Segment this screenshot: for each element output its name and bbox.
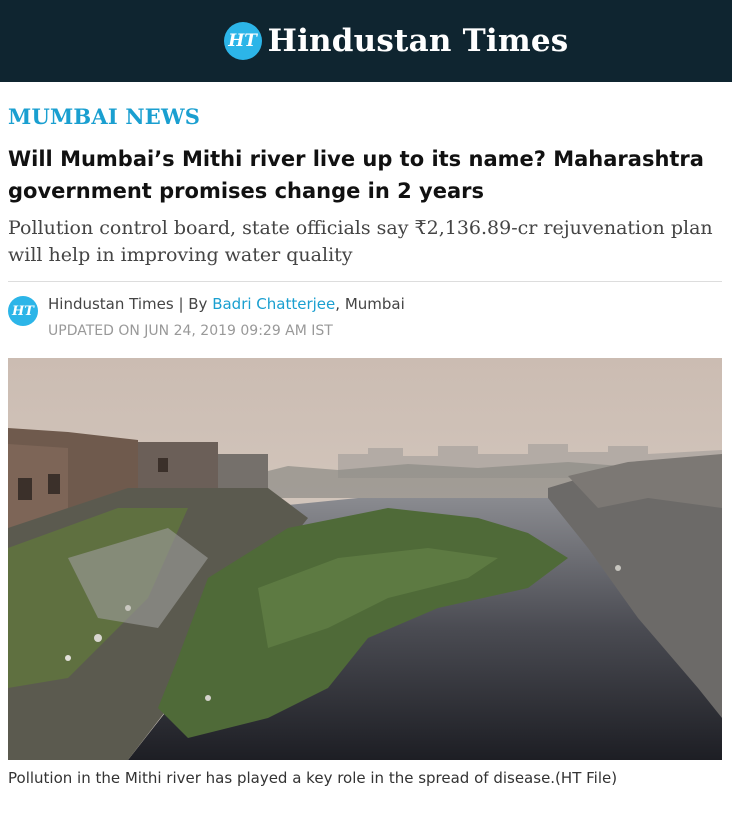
headline: Will Mumbai’s Mithi river live up to its… <box>8 147 704 203</box>
ht-avatar-icon: HT <box>8 296 38 326</box>
article: MUMBAI NEWS Will Mumbai’s Mithi river li… <box>0 82 732 788</box>
location-separator: , <box>335 295 345 313</box>
summary: Pollution control board, state officials… <box>8 217 713 266</box>
publisher-name: Hindustan Times <box>48 295 174 313</box>
byline-separator: | By <box>173 295 213 313</box>
location: Mumbai <box>344 295 405 313</box>
byline-text: Hindustan Times | By Badri Chatterjee, M… <box>48 294 405 340</box>
ht-logo-icon: HT <box>223 22 262 60</box>
brand-logo[interactable]: HT Hindustan Times <box>223 22 569 60</box>
article-photo <box>8 358 722 760</box>
divider <box>8 281 722 282</box>
updated-timestamp: UPDATED ON JUN 24, 2019 09:29 AM IST <box>48 323 333 339</box>
byline: HT Hindustan Times | By Badri Chatterjee… <box>8 294 722 340</box>
author-link[interactable]: Badri Chatterjee <box>212 295 335 313</box>
photo-caption: Pollution in the Mithi river has played … <box>8 769 618 787</box>
byline-credit: Hindustan Times | By Badri Chatterjee, M… <box>48 294 405 314</box>
masthead: HT Hindustan Times <box>0 0 732 82</box>
section-label[interactable]: MUMBAI NEWS <box>8 104 200 129</box>
brand-name: Hindustan Times <box>267 23 569 59</box>
